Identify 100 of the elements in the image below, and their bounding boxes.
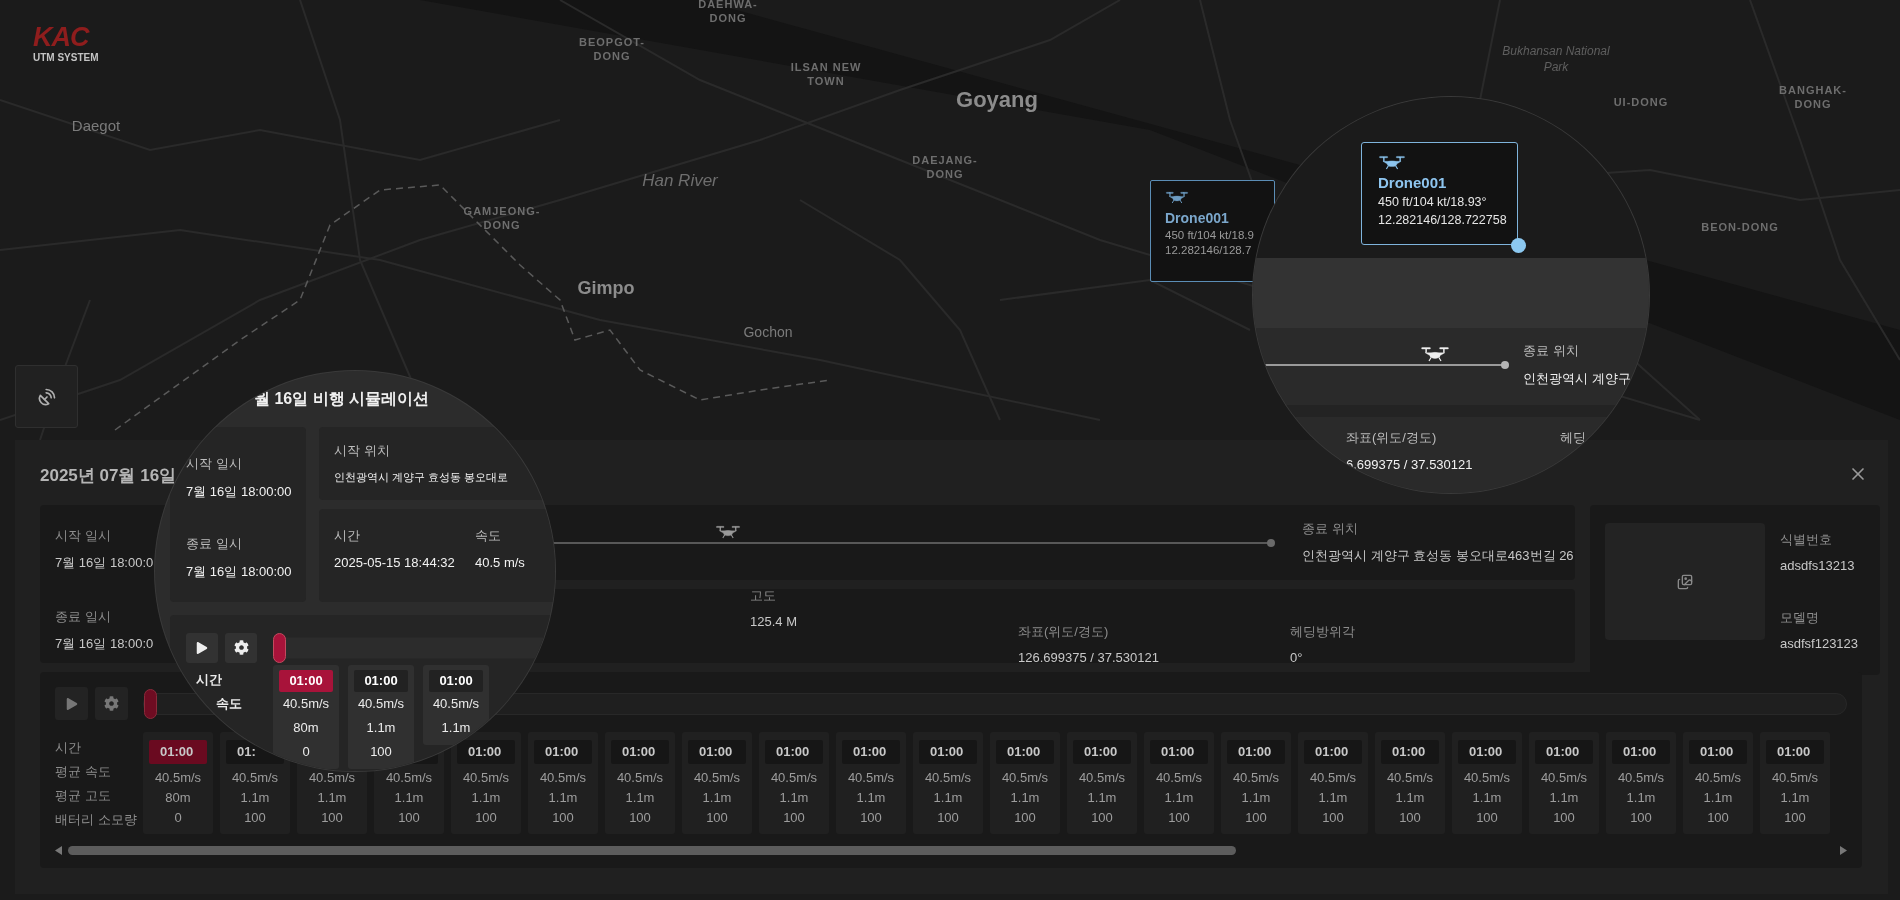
satellite-dish-icon — [36, 386, 57, 407]
timeline-cell[interactable]: 01:00 40.5m/s 1.1m 100 — [1683, 732, 1753, 834]
altitude-value: 1.1m — [1548, 789, 1580, 807]
field-value: 126.699375 / 37.530121 — [1018, 650, 1159, 665]
speed-value: 40.5m/s — [1462, 769, 1512, 787]
map-place-label: GAMJEONG-DONG — [462, 204, 542, 233]
satellite-button[interactable] — [15, 365, 78, 428]
speed-value: 40.5m/s — [281, 695, 331, 713]
battery-value: 100 — [1013, 809, 1037, 827]
field-value: 40.5 m/s — [475, 555, 525, 570]
battery-value: 100 — [1706, 809, 1730, 827]
timeline-cell[interactable]: 01:00 40.5m/s 1.1m 100 — [913, 732, 983, 834]
speed-value: 40.5m/s — [1693, 769, 1743, 787]
timeline-cell[interactable]: 01:00 40.5m/s 1.1m 100 — [759, 732, 829, 834]
timeline-cell[interactable]: 01:00 40.5m/s 1.1m 100 — [605, 732, 675, 834]
altitude-value: 1.1m — [547, 789, 579, 807]
time-chip: 01:00 — [1535, 740, 1593, 764]
speed-value: 40.5m/s — [538, 769, 588, 787]
timeline-cell[interactable]: 01:00 40.5m/s 1.1m 100 — [1298, 732, 1368, 834]
battery-value: 100 — [1244, 809, 1268, 827]
battery-value: 100 — [1552, 809, 1576, 827]
scroll-right-icon[interactable] — [1840, 845, 1847, 855]
timeline-cell[interactable]: 01:00 40.5m/s 1.1m 100 — [451, 732, 521, 834]
speed-value: 40.5m/s — [615, 769, 665, 787]
time-chip: 01:00 — [1304, 740, 1362, 764]
timeline-cell[interactable]: 01:00 40.5m/s 80m 0 — [143, 732, 213, 834]
drone-icon — [1165, 191, 1189, 205]
map-place-label: Han River — [641, 170, 719, 192]
speed-value: 40.5m/s — [846, 769, 896, 787]
battery-value: 100 — [1783, 809, 1807, 827]
play-button[interactable] — [186, 632, 218, 663]
time-chip: 01:00 — [279, 670, 333, 692]
route-end-dot — [1267, 538, 1275, 547]
speed-value: 40.5m/s — [384, 769, 434, 787]
timeline-cell[interactable]: 01:00 40.5m/s 1.1m 100 — [1067, 732, 1137, 834]
image-icon — [1677, 573, 1693, 590]
timeline-cell[interactable]: 01:00 40.5m/s 1.1m 100 — [1760, 732, 1830, 834]
speed-value: 40.5m/s — [307, 769, 357, 787]
time-chip: 01:00 — [842, 740, 900, 764]
timeline-cell[interactable]: 01:00 40.5m/s 80m 0 — [273, 665, 339, 769]
battery-value: 100 — [243, 809, 267, 827]
field-value: 7월 16일 18:00:00 — [186, 483, 292, 501]
drone-tag[interactable]: Drone001 450 ft/104 kt/18.93° 12.282146/128.722758 — [1361, 142, 1518, 245]
timeline-cell[interactable]: 01:00 40.5m/s 1.1m 100 — [1221, 732, 1291, 834]
altitude-value: 1.1m — [1317, 789, 1349, 807]
map-place-label: ILSAN NEW TOWN — [789, 60, 863, 89]
altitude-value: 1.1m — [393, 789, 425, 807]
field-label: 시간 — [334, 527, 360, 545]
timeline-cell[interactable]: 01:00 40.5m/s 1.1m 100 — [682, 732, 752, 834]
timeline-cell[interactable]: 01:00 40.5m/s 1.1m 100 — [528, 732, 598, 834]
scroll-left-icon[interactable] — [55, 845, 62, 855]
time-chip: 01:00 — [1458, 740, 1516, 764]
time-chip: 01:00 — [1227, 740, 1285, 764]
field-label: 시작 위치 — [334, 442, 391, 460]
speed-value: 40.5m/s — [769, 769, 819, 787]
row-label: 평균 고도 — [55, 787, 112, 805]
timeline-cell[interactable]: 01:00 40.5m/s 1.1m 100 — [990, 732, 1060, 834]
speed-value: 40.5m/s — [1616, 769, 1666, 787]
field-value: 인천광역시 계양구 효성동 봉오대로 — [334, 470, 510, 485]
settings-button[interactable] — [225, 632, 257, 663]
battery-value: 100 — [1475, 809, 1499, 827]
row-label: 시간 — [195, 671, 223, 689]
timeline-cell[interactable]: 01:00 40.5m/s 1.1m 100 — [836, 732, 906, 834]
altitude-value: 1.1m — [470, 789, 502, 807]
altitude-value: 1.1m — [1163, 789, 1195, 807]
time-chip: 01:00 — [1150, 740, 1208, 764]
drone-icon — [1378, 155, 1406, 171]
time-chip: 01:00 — [1381, 740, 1439, 764]
battery-value: 100 — [628, 809, 652, 827]
drone-coordinates: 12.282146/128.722758 — [1378, 213, 1507, 228]
field-label: 헤딩방위각 — [1290, 623, 1355, 641]
field-value: 0° — [1290, 650, 1303, 665]
timeline-cell[interactable]: 01:00 40.5m/s 1.1m 100 — [1375, 732, 1445, 834]
timeline-cell[interactable]: 01:00 40.5m/s 1.1m 100 — [1144, 732, 1214, 834]
time-chip: 01:00 — [354, 670, 408, 692]
timeline-cell[interactable]: 01:00 40.5m/s 1.1m 100 — [1529, 732, 1599, 834]
speed-value: 40.5m/s — [461, 769, 511, 787]
time-chip: 01:00 — [1073, 740, 1131, 764]
timeline-cell[interactable]: 01:00 40.5m/s 1.1m 100 — [1606, 732, 1676, 834]
field-value: 2025-05-15 18:44:32 — [334, 555, 455, 570]
speed-value: 40.5m/s — [431, 695, 481, 713]
field-value: 7월 16일 18:00:0 — [55, 554, 154, 572]
time-chip: 01:00 — [1689, 740, 1747, 764]
altitude-value: 1.1m — [1779, 789, 1811, 807]
altitude-value: 1.1m — [239, 789, 271, 807]
scrollbar-thumb[interactable] — [68, 845, 1236, 855]
timeline-cell[interactable]: 01:00 40.5m/s 1.1m — [423, 665, 489, 745]
map-place-label: Bukhansan National Park — [1501, 44, 1611, 76]
field-label: 시작 일시 — [55, 527, 111, 545]
drone-tag[interactable]: Drone001 450 ft/104 kt/18.9 12.282146/128.7 — [1150, 180, 1275, 282]
battery-value: 100 — [1167, 809, 1191, 827]
altitude-value: 1.1m — [1009, 789, 1041, 807]
field-value: 인천광역시 계양구 — [1523, 370, 1631, 388]
slider-thumb[interactable] — [144, 688, 157, 719]
field-value: asdfsf123123 — [1780, 636, 1859, 651]
map-place-label: BEOPGOT-DONG — [577, 35, 647, 64]
altitude-value: 1.1m — [1625, 789, 1657, 807]
play-icon — [65, 697, 78, 710]
timeline-cell[interactable]: 01:00 40.5m/s 1.1m 100 — [1452, 732, 1522, 834]
slider-thumb[interactable] — [273, 632, 286, 663]
